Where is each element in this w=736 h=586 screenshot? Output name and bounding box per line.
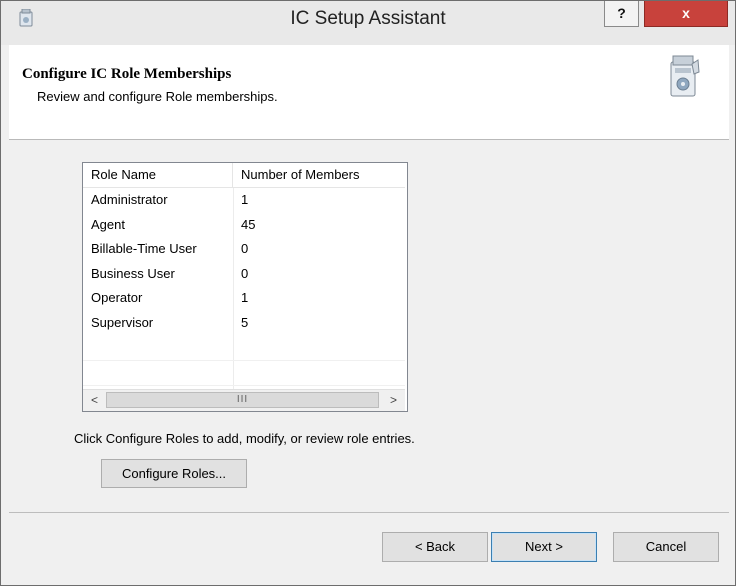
- role-name-cell: Administrator: [91, 192, 168, 207]
- empty-row: [83, 335, 405, 361]
- role-table[interactable]: Role Name Number of Members Administrato…: [82, 162, 408, 412]
- header-panel: Configure IC Role Memberships Review and…: [9, 45, 729, 140]
- column-header-number-of-members[interactable]: Number of Members: [233, 163, 405, 187]
- member-count-cell: 1: [241, 192, 249, 207]
- horizontal-scrollbar[interactable]: < III >: [83, 389, 405, 411]
- table-header: Role Name Number of Members: [83, 163, 405, 188]
- page-subtitle: Review and configure Role memberships.: [37, 89, 278, 104]
- table-row[interactable]: Operator 1: [83, 286, 405, 311]
- next-button[interactable]: Next >: [491, 532, 597, 562]
- cancel-button[interactable]: Cancel: [613, 532, 719, 562]
- close-button[interactable]: x: [644, 1, 728, 27]
- column-header-role-name[interactable]: Role Name: [83, 163, 233, 187]
- scroll-right-icon[interactable]: >: [383, 391, 404, 410]
- member-count-cell: 1: [241, 290, 249, 305]
- role-name-cell: Supervisor: [91, 314, 154, 330]
- back-button[interactable]: < Back: [382, 532, 488, 562]
- footer-divider: [9, 512, 729, 513]
- scroll-left-icon[interactable]: <: [84, 391, 105, 410]
- table-row[interactable]: Business User 0: [83, 262, 405, 287]
- table-row[interactable]: Supervisor 5: [83, 311, 405, 336]
- content-area: Role Name Number of Members Administrato…: [9, 140, 729, 512]
- table-row[interactable]: Agent 45: [83, 213, 405, 238]
- title-bar: IC Setup Assistant ? x: [1, 1, 735, 45]
- table-body: Administrator 1 Agent 45 Billable-Time U…: [83, 188, 405, 386]
- role-name-cell: Business User: [91, 265, 175, 281]
- role-name-cell: Agent: [91, 216, 125, 232]
- page-title: Configure IC Role Memberships: [22, 66, 232, 82]
- member-count-cell: 0: [241, 241, 249, 256]
- role-name-cell: Billable-Time User: [91, 241, 197, 256]
- instruction-text: Click Configure Roles to add, modify, or…: [74, 431, 415, 446]
- setup-box-icon: [670, 55, 700, 97]
- configure-roles-button[interactable]: Configure Roles...: [101, 459, 247, 488]
- table-row[interactable]: Administrator 1: [83, 188, 405, 213]
- table-row[interactable]: Billable-Time User 0: [83, 237, 405, 262]
- help-button[interactable]: ?: [604, 1, 639, 27]
- member-count-cell: 5: [241, 314, 249, 330]
- setup-dialog: IC Setup Assistant ? x Configure IC Role…: [0, 0, 736, 586]
- member-count-cell: 0: [241, 265, 249, 281]
- role-name-cell: Operator: [91, 290, 143, 305]
- empty-row: [83, 361, 405, 386]
- scroll-thumb[interactable]: III: [106, 392, 379, 408]
- member-count-cell: 45: [241, 216, 256, 232]
